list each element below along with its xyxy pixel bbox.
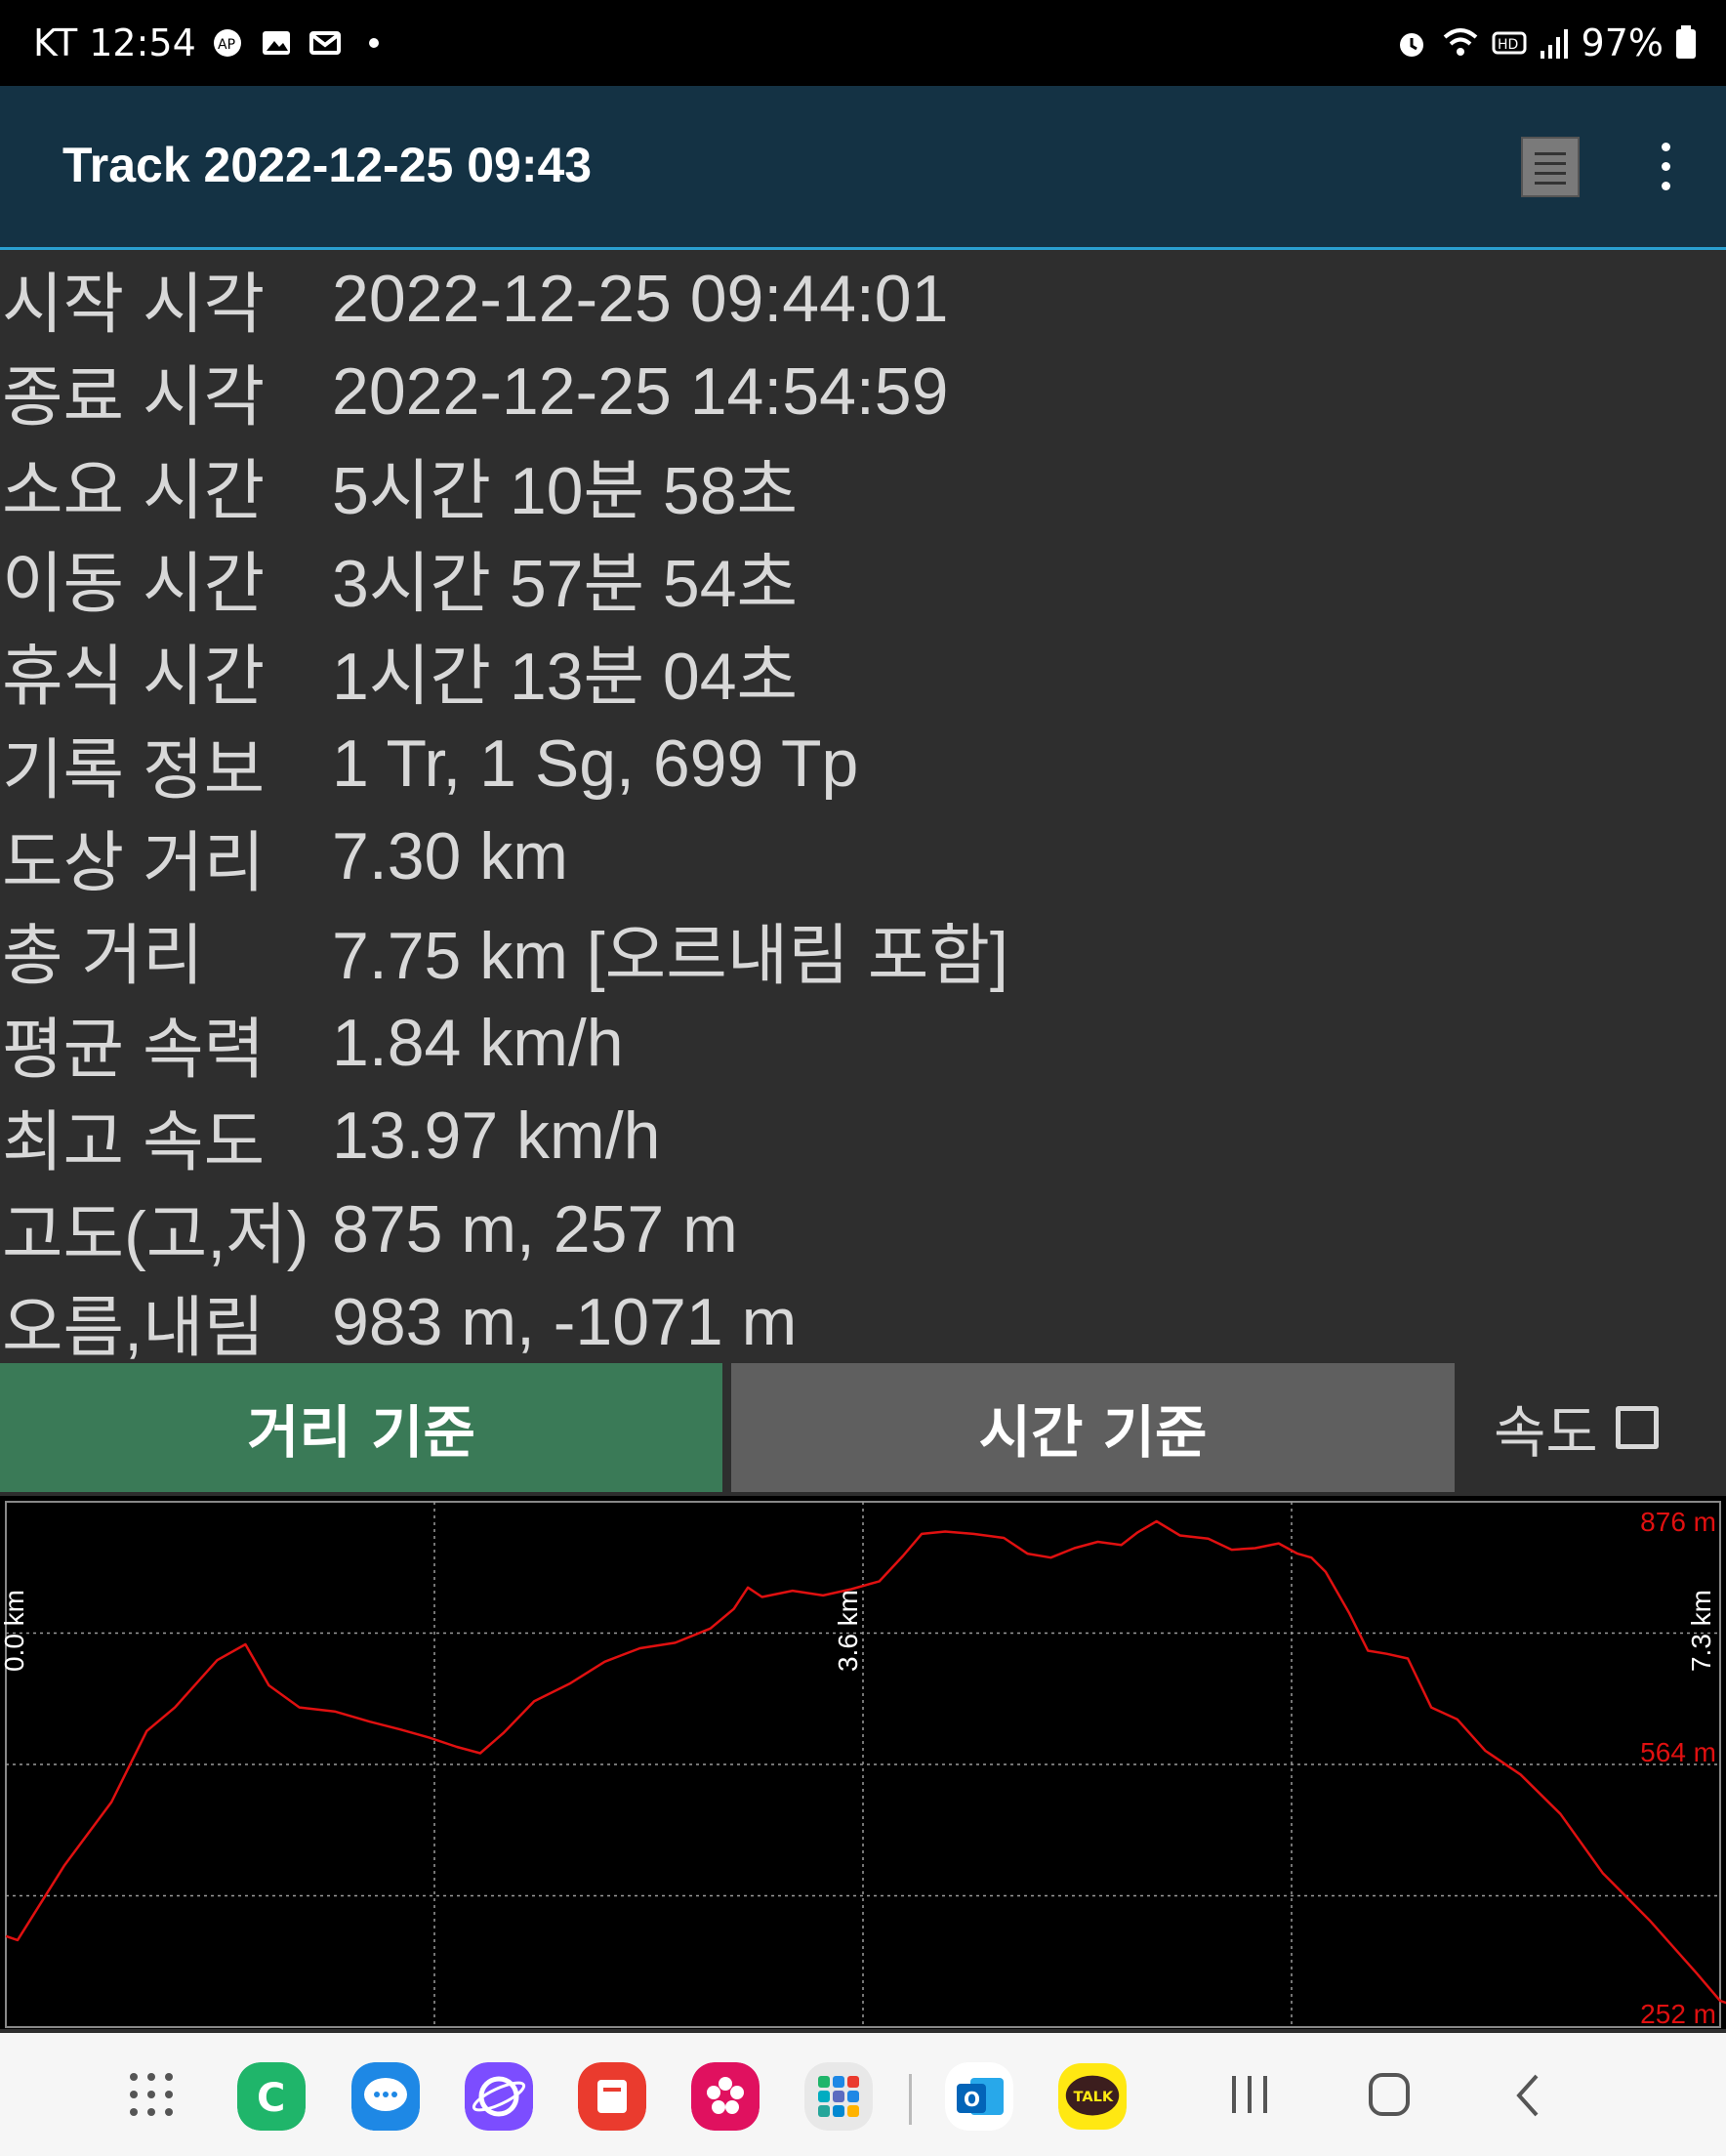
elevation-chart: 876 m 564 m 252 m 0.0 km 3.6 km 7.3 km <box>0 1496 1726 2029</box>
wifi-icon <box>1443 28 1477 56</box>
more-vert-icon[interactable] <box>1656 143 1675 191</box>
stat-label: 시작 시각 <box>2 268 266 343</box>
stat-row-end-time: 종료 시각 2022-12-25 14:54:59 <box>0 345 1726 437</box>
stat-value: 5시간 10분 58초 <box>332 453 799 528</box>
stat-label: 이동 시간 <box>2 547 266 622</box>
outlook-icon[interactable]: O <box>945 2062 1013 2131</box>
y-tick-label: 252 m <box>1640 1999 1716 2029</box>
internet-icon[interactable] <box>465 2062 533 2131</box>
svg-text:O: O <box>964 2088 980 2111</box>
stat-row-map-distance: 도상 거리 7.30 km <box>0 810 1726 903</box>
svg-text:AP: AP <box>218 37 235 53</box>
speed-label: 속도 <box>1494 1399 1598 1466</box>
x-tick-label: 3.6 km <box>833 1590 863 1672</box>
speed-checkbox[interactable] <box>1615 1406 1659 1449</box>
app-bar: Track 2022-12-25 09:43 <box>0 86 1726 250</box>
stat-label: 평균 속력 <box>2 1012 266 1087</box>
stat-row-duration: 소요 시간 5시간 10분 58초 <box>0 438 1726 531</box>
y-tick-label: 876 m <box>1640 1507 1716 1537</box>
svg-text:C: C <box>257 2076 285 2121</box>
battery-icon <box>1676 25 1696 59</box>
alarm-icon <box>1399 33 1423 57</box>
y-tick-label: 564 m <box>1640 1737 1716 1767</box>
stat-row-altitude: 고도(고,저) 875 m, 257 m <box>0 1182 1726 1275</box>
apps-grid-icon[interactable] <box>127 2070 176 2119</box>
tab-distance-basis[interactable]: 거리 기준 <box>0 1363 722 1492</box>
status-bar: KT 12:54 AP HD 97% <box>0 0 1726 86</box>
status-left: KT 12:54 AP <box>33 21 391 64</box>
stat-value: 13.97 km/h <box>332 1099 661 1174</box>
mail-icon <box>308 31 341 55</box>
stat-row-ascent-descent: 오름,내림 983 m, -1071 m <box>0 1275 1726 1368</box>
speed-toggle[interactable]: 속도 <box>1494 1363 1659 1492</box>
stat-label: 총 거리 <box>2 919 204 994</box>
folder-icon[interactable] <box>804 2062 873 2131</box>
notes-icon[interactable] <box>578 2062 646 2131</box>
gallery-icon <box>262 31 290 55</box>
kakaotalk-label: TALK <box>1074 2089 1114 2105</box>
kakaotalk-icon[interactable]: TALK <box>1058 2062 1127 2131</box>
stat-row-moving-time: 이동 시간 3시간 57분 54초 <box>0 531 1726 624</box>
stat-value: 1.84 km/h <box>332 1006 624 1081</box>
stat-label: 기록 정보 <box>2 732 266 808</box>
stat-label: 휴식 시간 <box>2 640 266 715</box>
carrier-time: KT 12:54 <box>33 21 196 64</box>
stat-row-avg-speed: 평균 속력 1.84 km/h <box>0 996 1726 1089</box>
elevation-line <box>5 1519 1726 2005</box>
back-icon[interactable] <box>1511 2072 1542 2119</box>
signal-icon <box>1540 29 1568 59</box>
stat-label: 종료 시각 <box>2 360 266 435</box>
home-icon[interactable] <box>1367 2070 1412 2119</box>
stat-row-total-distance: 총 거리 7.75 km [오르내림 포함] <box>0 903 1726 996</box>
stat-value: 2022-12-25 09:44:01 <box>332 261 949 336</box>
stat-value: 7.75 km [오르내림 포함] <box>332 919 1008 994</box>
ap-icon: AP <box>213 29 241 57</box>
stat-label: 최고 속도 <box>2 1104 266 1180</box>
list-icon[interactable] <box>1521 137 1580 197</box>
tab-time-basis[interactable]: 시간 기준 <box>731 1363 1455 1492</box>
recents-icon[interactable] <box>1228 2072 1271 2117</box>
status-right: HD 97% <box>1394 21 1697 64</box>
phone-icon[interactable]: C <box>237 2062 306 2131</box>
svg-text:HD: HD <box>1498 37 1518 53</box>
stat-row-record-info: 기록 정보 1 Tr, 1 Sg, 699 Tp <box>0 717 1726 809</box>
track-stats: 시작 시각 2022-12-25 09:44:01 종료 시각 2022-12-25… <box>0 252 1726 1369</box>
stat-value: 7.30 km <box>332 819 568 894</box>
stat-label: 소요 시간 <box>2 453 266 528</box>
stat-value: 1시간 13분 04초 <box>332 640 799 715</box>
battery-percent: 97% <box>1581 21 1664 64</box>
messages-icon[interactable] <box>351 2062 420 2131</box>
stat-label: 고도(고,저) <box>2 1198 309 1273</box>
dot-icon <box>368 38 379 48</box>
elevation-chart-svg: 876 m 564 m 252 m 0.0 km 3.6 km 7.3 km <box>0 1501 1726 2029</box>
stat-value: 2022-12-25 14:54:59 <box>332 353 949 429</box>
dock-divider <box>909 2074 912 2125</box>
track-title: Track 2022-12-25 09:43 <box>62 138 593 192</box>
stat-value: 1 Tr, 1 Sg, 699 Tp <box>332 726 859 802</box>
x-tick-label: 7.3 km <box>1686 1590 1716 1672</box>
stat-row-rest-time: 휴식 시간 1시간 13분 04초 <box>0 624 1726 717</box>
hd-icon: HD <box>1492 31 1527 55</box>
stat-value: 983 m, -1071 m <box>332 1284 798 1359</box>
x-tick-label: 0.0 km <box>0 1590 29 1672</box>
stat-row-start-time: 시작 시각 2022-12-25 09:44:01 <box>0 252 1726 345</box>
nav-bar: C O TALK <box>0 2033 1726 2156</box>
stat-label: 오름,내림 <box>2 1291 266 1366</box>
stat-value: 875 m, 257 m <box>332 1191 738 1266</box>
stat-row-max-speed: 최고 속도 13.97 km/h <box>0 1090 1726 1182</box>
stat-label: 도상 거리 <box>2 825 266 900</box>
gallery-flower-icon[interactable] <box>691 2062 760 2131</box>
stat-value: 3시간 57분 54초 <box>332 547 799 622</box>
chart-mode-tabs: 거리 기준 시간 기준 속도 <box>0 1363 1726 1492</box>
